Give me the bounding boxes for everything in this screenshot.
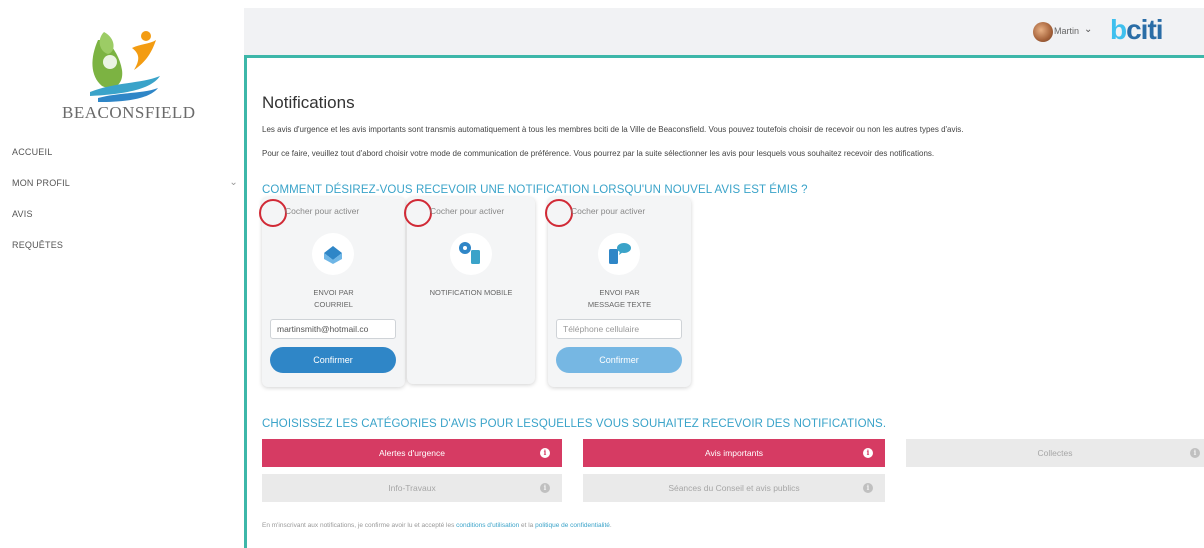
sidebar-item-accueil[interactable]: ACCUEIL bbox=[12, 147, 52, 157]
sidebar: BEACONSFIELD ACCUEIL MON PROFIL ⌄ AVIS R… bbox=[0, 0, 244, 548]
info-icon[interactable]: i bbox=[540, 448, 550, 458]
sms-channel-card: Cocher pour activer ENVOI PAR MESSAGE TE… bbox=[545, 197, 691, 387]
page-title: Notifications bbox=[262, 93, 355, 112]
privacy-link[interactable]: politique de confidentialité bbox=[535, 522, 610, 529]
category-collectes[interactable]: Collectes i bbox=[906, 439, 1204, 467]
icon-container bbox=[598, 233, 640, 275]
checkbox-label: Cocher pour activer bbox=[285, 206, 360, 216]
communication-section-title: COMMENT DÉSIREZ-VOUS RECEVOIR UNE NOTIFI… bbox=[262, 184, 808, 196]
phone-field[interactable] bbox=[556, 319, 682, 339]
checkbox-label: Cocher pour activer bbox=[571, 206, 646, 216]
sidebar-item-label: AVIS bbox=[12, 209, 33, 219]
category-avis-importants[interactable]: Avis importants i bbox=[583, 439, 885, 467]
chevron-down-icon: ⌄ bbox=[229, 177, 238, 188]
sidebar-item-mon-profil[interactable]: MON PROFIL ⌄ bbox=[12, 177, 238, 188]
checkbox-label: Cocher pour activer bbox=[430, 206, 505, 216]
confirm-email-button[interactable]: Confirmer bbox=[270, 347, 396, 373]
user-menu-name[interactable]: Martin bbox=[1054, 26, 1079, 36]
sms-activate-checkbox[interactable] bbox=[545, 199, 573, 227]
sms-icon bbox=[609, 243, 631, 264]
info-icon[interactable]: i bbox=[863, 483, 873, 493]
info-icon[interactable]: i bbox=[1190, 448, 1200, 458]
intro-text: Pour ce faire, veuillez tout d'abord cho… bbox=[262, 149, 935, 158]
icon-container bbox=[312, 233, 354, 275]
sidebar-item-label: MON PROFIL bbox=[12, 178, 71, 188]
info-icon[interactable]: i bbox=[863, 448, 873, 458]
card-label: ENVOI PAR MESSAGE TEXTE bbox=[587, 288, 652, 309]
sidebar-item-avis[interactable]: AVIS bbox=[12, 209, 33, 219]
card-label: NOTIFICATION MOBILE bbox=[429, 288, 513, 297]
category-seances-conseil[interactable]: Séances du Conseil et avis publics i bbox=[583, 474, 885, 502]
chevron-down-icon[interactable]: ⌄ bbox=[1084, 24, 1092, 35]
terms-note: En m'inscrivant aux notifications, je co… bbox=[262, 522, 612, 529]
logo-text: BEACONSFIELD bbox=[62, 103, 196, 122]
intro-text: Les avis d'urgence et les avis important… bbox=[262, 125, 964, 134]
avatar[interactable] bbox=[1033, 22, 1053, 42]
category-alertes-urgence[interactable]: Alertes d'urgence i bbox=[262, 439, 562, 467]
email-field[interactable] bbox=[270, 319, 396, 339]
confirm-sms-button[interactable]: Confirmer bbox=[556, 347, 682, 373]
content-divider bbox=[244, 58, 247, 548]
mobile-notification-icon bbox=[459, 242, 480, 264]
sidebar-item-label: ACCUEIL bbox=[12, 147, 53, 157]
categories-section-title: CHOISISSEZ LES CATÉGORIES D'AVIS POUR LE… bbox=[262, 418, 887, 430]
envelope-icon bbox=[324, 246, 342, 264]
icon-container bbox=[450, 233, 492, 275]
info-icon[interactable]: i bbox=[540, 483, 550, 493]
mobile-channel-card: Cocher pour activer NOTIFICATION MOBILE bbox=[404, 197, 535, 384]
top-header: Martin ⌄ bciti bbox=[244, 8, 1204, 58]
category-info-travaux[interactable]: Info-Travaux i bbox=[262, 474, 562, 502]
email-activate-checkbox[interactable] bbox=[259, 199, 287, 227]
sidebar-item-label: REQUÊTES bbox=[12, 240, 64, 250]
terms-link[interactable]: conditions d'utilisation bbox=[456, 522, 519, 529]
sidebar-item-requetes[interactable]: REQUÊTES bbox=[12, 240, 63, 250]
card-label: ENVOI PAR COURRIEL bbox=[313, 288, 354, 309]
mobile-activate-checkbox[interactable] bbox=[404, 199, 432, 227]
bciti-logo[interactable]: bciti bbox=[1110, 14, 1164, 46]
email-channel-card: Cocher pour activer ENVOI PAR COURRIEL C… bbox=[259, 197, 405, 387]
